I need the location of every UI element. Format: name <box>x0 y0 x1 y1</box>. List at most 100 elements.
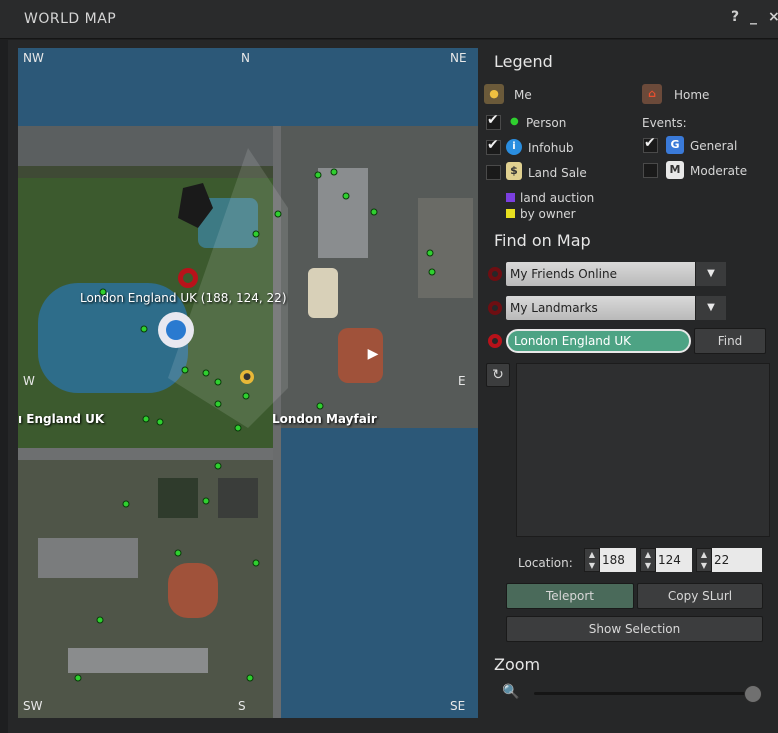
land-auction-label: land auction <box>520 191 595 205</box>
person-label: Person <box>526 116 567 130</box>
moderate-checkbox[interactable] <box>643 163 658 178</box>
person-marker-icon <box>96 616 104 624</box>
person-marker-icon <box>140 325 148 333</box>
person-marker-icon <box>234 424 242 432</box>
me-label: Me <box>514 88 532 102</box>
location-x-field[interactable]: 188 <box>600 548 636 572</box>
infohub-label: Infohub <box>528 141 574 155</box>
compass-e: E <box>458 374 466 388</box>
location-z-field[interactable]: 22 <box>712 548 762 572</box>
by-owner-label: by owner <box>520 207 576 221</box>
person-marker-icon <box>428 268 436 276</box>
moderate-event-icon: M <box>666 161 684 179</box>
friends-tracking-icon <box>488 267 502 281</box>
person-marker-icon <box>342 192 350 200</box>
by-owner-swatch <box>506 209 515 218</box>
search-results-list[interactable] <box>516 363 770 537</box>
avatar-me-icon: ● <box>240 370 254 384</box>
compass-w: W <box>23 374 35 388</box>
moderate-label: Moderate <box>690 164 748 178</box>
land-sale-icon: $ <box>506 162 522 180</box>
refresh-icon[interactable]: ↻ <box>486 363 510 387</box>
world-map-window: NW N NE W E SW S SE London England UK (1… <box>8 40 778 733</box>
location-label: Location: <box>518 556 573 570</box>
location-x-stepper[interactable]: ▲ ▼ <box>584 548 600 572</box>
compass-n: N <box>241 51 250 65</box>
home-icon[interactable]: ⌂ <box>642 84 662 104</box>
person-dot-icon: ● <box>510 116 519 127</box>
person-marker-icon <box>252 559 260 567</box>
location-y-field[interactable]: 124 <box>656 548 692 572</box>
person-marker-icon <box>142 415 150 423</box>
compass-sw: SW <box>23 699 43 713</box>
person-marker-icon <box>314 171 322 179</box>
map-view[interactable]: NW N NE W E SW S SE London England UK (1… <box>18 48 478 718</box>
events-label: Events: <box>642 116 687 130</box>
compass-ne: NE <box>450 51 467 65</box>
info-icon: i <box>506 139 522 155</box>
general-label: General <box>690 139 738 153</box>
compass-nw: NW <box>23 51 44 65</box>
location-y-stepper[interactable]: ▲ ▼ <box>640 548 656 572</box>
close-button[interactable]: × <box>768 9 778 25</box>
person-checkbox[interactable] <box>486 112 501 130</box>
region-label-west: ı England UK <box>18 412 105 426</box>
friends-online-value: My Friends Online <box>510 267 617 281</box>
home-label: Home <box>674 88 710 102</box>
window-title: WORLD MAP <box>24 11 117 27</box>
person-marker-icon <box>156 418 164 426</box>
person-marker-icon <box>316 402 324 410</box>
landmarks-select[interactable]: My Landmarks ▼ <box>506 296 726 320</box>
land-auction-swatch <box>506 193 515 202</box>
person-marker-icon <box>174 549 182 557</box>
person-marker-icon <box>122 500 130 508</box>
zoom-slider-track[interactable] <box>534 692 759 695</box>
copy-slurl-button[interactable]: Copy SLurl <box>637 583 763 609</box>
person-marker-icon <box>370 208 378 216</box>
title-bar: WORLD MAP ? _ × <box>0 0 778 39</box>
selection-marker-icon <box>178 268 198 288</box>
person-marker-icon <box>214 400 222 408</box>
landmarks-value: My Landmarks <box>510 301 598 315</box>
zoom-slider-handle[interactable] <box>744 685 763 703</box>
person-marker-icon <box>274 210 282 218</box>
me-icon[interactable]: ● <box>484 84 504 104</box>
land-sale-label: Land Sale <box>528 166 587 180</box>
help-button[interactable]: ? <box>731 9 739 25</box>
landmarks-tracking-icon <box>488 301 502 315</box>
selection-label: London England UK (188, 124, 22) <box>80 291 287 305</box>
person-marker-icon <box>330 168 338 176</box>
cursor-arrow-icon: ▶ <box>367 346 379 362</box>
land-sale-checkbox[interactable] <box>486 165 501 180</box>
person-marker-icon <box>202 369 210 377</box>
zoom-in-icon: 🔍 <box>502 684 520 700</box>
minimize-button[interactable]: _ <box>750 9 757 25</box>
find-button[interactable]: Find <box>694 328 766 354</box>
zoom-heading: Zoom <box>494 655 541 674</box>
general-checkbox[interactable] <box>643 135 658 153</box>
compass-s: S <box>238 699 246 713</box>
person-marker-icon <box>242 392 250 400</box>
chevron-down-icon: ▼ <box>695 296 726 320</box>
location-z-stepper[interactable]: ▲ ▼ <box>696 548 712 572</box>
friends-online-select[interactable]: My Friends Online ▼ <box>506 262 726 286</box>
compass-se: SE <box>450 699 466 713</box>
person-marker-icon <box>74 674 82 682</box>
side-panel: Legend ● Me ⌂ Home ● Person i Infohub $ … <box>484 40 776 730</box>
person-marker-icon <box>181 366 189 374</box>
teleport-button[interactable]: Teleport <box>506 583 634 609</box>
find-on-map-heading: Find on Map <box>494 231 591 250</box>
region-search-input[interactable]: London England UK <box>506 329 691 353</box>
person-marker-icon <box>246 674 254 682</box>
show-selection-button[interactable]: Show Selection <box>506 616 763 642</box>
search-tracking-icon <box>488 334 502 348</box>
person-marker-icon <box>202 497 210 505</box>
general-event-icon: G <box>666 136 684 154</box>
infohub-checkbox[interactable] <box>486 137 501 155</box>
legend-heading: Legend <box>494 52 553 71</box>
person-marker-icon <box>252 230 260 238</box>
person-marker-icon <box>426 249 434 257</box>
chevron-down-icon: ▼ <box>695 262 726 286</box>
region-label-east: London Mayfair <box>272 412 377 426</box>
person-marker-icon <box>214 378 222 386</box>
